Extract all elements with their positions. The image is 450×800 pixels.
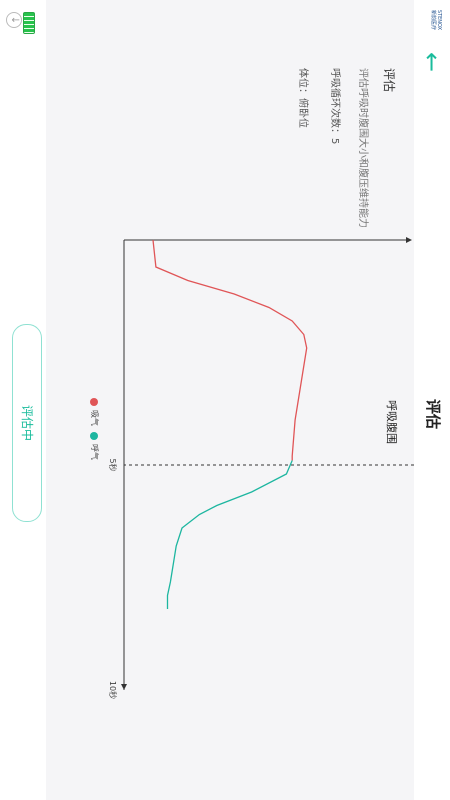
screen: ← 评估 STENOX 新韵医疗 ↓ 评估 评估呼吸时腹围大小和腹压维持能力 呼吸… bbox=[0, 0, 450, 800]
x-tick-label-0: 5秒 bbox=[108, 458, 118, 471]
assessing-button[interactable]: 评估中 bbox=[12, 324, 42, 522]
series-line-exhale bbox=[166, 460, 293, 609]
series-line-inhale bbox=[152, 239, 308, 461]
breathing-chart: 5秒 10秒 bbox=[108, 237, 414, 699]
landscape-canvas: ← 评估 STENOX 新韵医疗 ↓ 评估 评估呼吸时腹围大小和腹压维持能力 呼吸… bbox=[0, 0, 450, 800]
x-axis-arrow bbox=[121, 684, 127, 690]
legend-inhale-label: 吸气 bbox=[90, 410, 99, 426]
legend-inhale-dot bbox=[90, 398, 98, 406]
x-tick-label-1: 10秒 bbox=[108, 681, 118, 699]
y-axis-arrow bbox=[406, 237, 412, 243]
legend-exhale-dot bbox=[90, 432, 98, 440]
legend-exhale-label: 呼气 bbox=[90, 444, 99, 460]
